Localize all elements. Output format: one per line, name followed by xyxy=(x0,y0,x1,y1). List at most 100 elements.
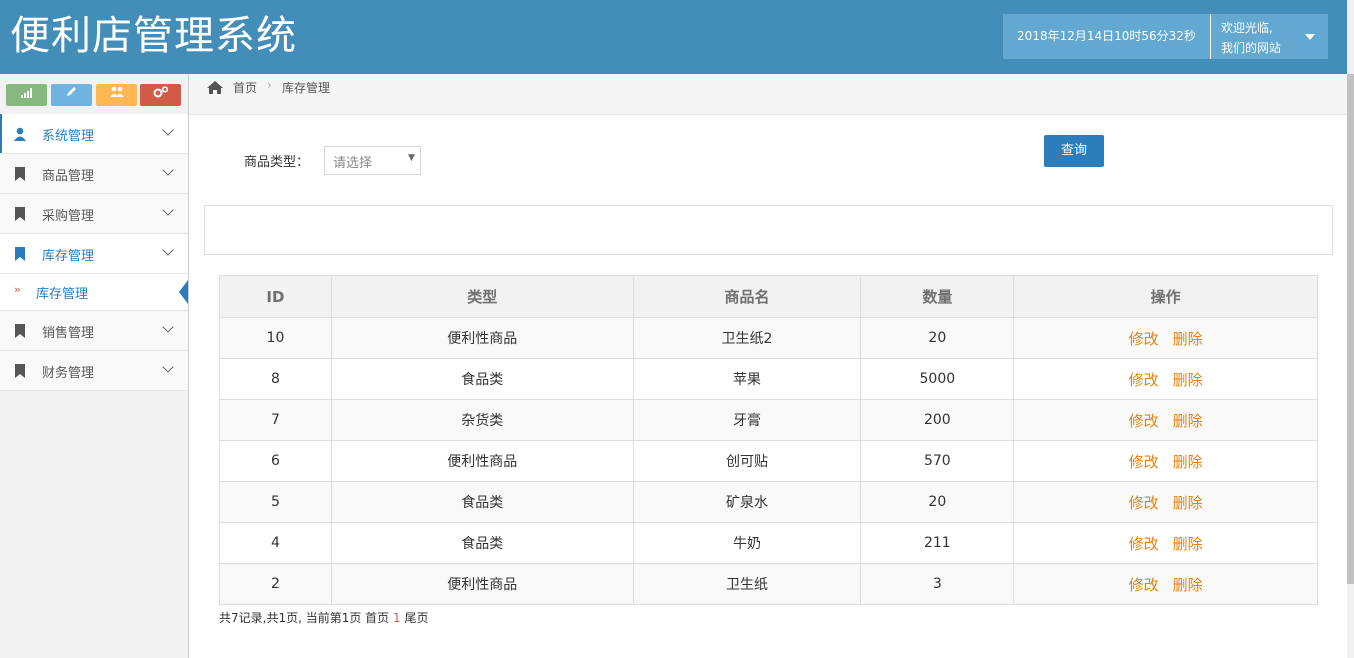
cell-id: 4 xyxy=(219,522,332,564)
cell-type: 食品类 xyxy=(330,522,634,564)
delete-link[interactable]: 删除 xyxy=(1166,494,1210,512)
cell-id: 7 xyxy=(219,399,332,441)
cell-qty: 20 xyxy=(860,317,1015,359)
chevron-down-icon xyxy=(162,204,174,216)
cell-type: 便利性商品 xyxy=(330,563,634,605)
cell-qty: 211 xyxy=(860,522,1015,564)
delete-link[interactable]: 删除 xyxy=(1166,576,1210,594)
cell-type: 食品类 xyxy=(330,358,634,400)
caret-down-icon: ▼ xyxy=(408,153,415,163)
caret-down-icon[interactable] xyxy=(1305,34,1315,40)
delete-link[interactable]: 删除 xyxy=(1166,412,1210,430)
chevron-down-icon xyxy=(162,321,174,333)
sidebar-item-label: 商品管理 xyxy=(42,169,95,184)
column-header: 数量 xyxy=(860,275,1015,318)
sidebar-subitem-label: 库存管理 xyxy=(36,287,89,302)
chevron-down-icon xyxy=(162,124,174,136)
sidebar-subitem-inventory[interactable]: » 库存管理 xyxy=(0,274,188,311)
delete-link[interactable]: 删除 xyxy=(1166,371,1210,389)
table-row: 8 食品类 苹果 5000 修改 删除 xyxy=(219,358,1318,400)
cell-actions: 修改 删除 xyxy=(1013,440,1318,482)
sidebar: 系统管理 商品管理 采购管理 库存管理 » 库存管理 销售管理 财务管理 xyxy=(0,74,189,658)
table-row: 2 便利性商品 卫生纸 3 修改 删除 xyxy=(219,563,1318,605)
cell-type: 杂货类 xyxy=(330,399,634,441)
cell-name: 苹果 xyxy=(632,358,862,400)
cell-type: 便利性商品 xyxy=(330,317,634,359)
sidebar-item-system[interactable]: 系统管理 xyxy=(0,114,188,154)
chevron-down-icon xyxy=(162,164,174,176)
inventory-table: ID 类型 商品名 数量 操作 10 便利性商品 卫生纸2 20 修改 删除 8 食品类 苹果 5… xyxy=(219,275,1318,605)
users-shortcut-button[interactable] xyxy=(96,84,137,106)
user-icon xyxy=(14,127,26,141)
cell-name: 矿泉水 xyxy=(632,481,862,523)
bookmark-icon xyxy=(15,167,25,181)
sidebar-item-finance[interactable]: 财务管理 xyxy=(0,351,188,391)
cell-actions: 修改 删除 xyxy=(1013,358,1318,400)
product-type-select[interactable]: 请选择 ▼ xyxy=(324,146,421,175)
sidebar-item-label: 采购管理 xyxy=(42,209,95,224)
edit-link[interactable]: 修改 xyxy=(1122,453,1166,471)
table-row: 5 食品类 矿泉水 20 修改 删除 xyxy=(219,481,1318,523)
cell-qty: 5000 xyxy=(860,358,1015,400)
cell-actions: 修改 删除 xyxy=(1013,522,1318,564)
delete-link[interactable]: 删除 xyxy=(1166,535,1210,553)
cell-qty: 3 xyxy=(860,563,1015,605)
cogs-shortcut-button[interactable] xyxy=(140,84,181,106)
cell-name: 牛奶 xyxy=(632,522,862,564)
cell-id: 5 xyxy=(219,481,332,523)
page-scrollbar[interactable] xyxy=(1347,0,1354,658)
pagination-summary: 共7记录,共1页, 当前第1页 首页 xyxy=(219,611,390,625)
product-type-label: 商品类型： xyxy=(244,155,310,170)
delete-link[interactable]: 删除 xyxy=(1166,453,1210,471)
sidebar-item-purchasing[interactable]: 采购管理 xyxy=(0,194,188,234)
bookmark-icon xyxy=(15,364,25,378)
cell-qty: 570 xyxy=(860,440,1015,482)
cell-type: 便利性商品 xyxy=(330,440,634,482)
sidebar-item-products[interactable]: 商品管理 xyxy=(0,154,188,194)
table-row: 10 便利性商品 卫生纸2 20 修改 删除 xyxy=(219,317,1318,359)
edit-link[interactable]: 修改 xyxy=(1122,576,1166,594)
welcome-line2: 我们的网站 xyxy=(1221,41,1282,55)
delete-link[interactable]: 删除 xyxy=(1166,330,1210,348)
table-row: 7 杂货类 牙膏 200 修改 删除 xyxy=(219,399,1318,441)
pencil-icon xyxy=(66,87,76,96)
sidebar-item-label: 系统管理 xyxy=(42,129,95,144)
cell-name: 牙膏 xyxy=(632,399,862,441)
sidebar-item-sales[interactable]: 销售管理 xyxy=(0,311,188,351)
empty-panel xyxy=(204,205,1333,255)
cell-id: 2 xyxy=(219,563,332,605)
pagination: 共7记录,共1页, 当前第1页 首页 1 尾页 xyxy=(219,609,428,626)
sidebar-nav: 系统管理 商品管理 采购管理 库存管理 » 库存管理 销售管理 财务管理 xyxy=(0,114,188,391)
column-header: 类型 xyxy=(330,275,634,318)
chevron-down-icon xyxy=(162,361,174,373)
active-pointer xyxy=(179,280,188,304)
query-button[interactable]: 查询 xyxy=(1044,135,1104,167)
pagination-last-link[interactable]: 尾页 xyxy=(404,611,428,625)
cell-name: 卫生纸2 xyxy=(632,317,862,359)
table-body: 10 便利性商品 卫生纸2 20 修改 删除 8 食品类 苹果 5000 修改 删除 7 杂货类 牙膏 200… xyxy=(219,317,1318,605)
pagination-current-page[interactable]: 1 xyxy=(393,611,401,625)
edit-link[interactable]: 修改 xyxy=(1122,371,1166,389)
edit-link[interactable]: 修改 xyxy=(1122,535,1166,553)
signal-shortcut-button[interactable] xyxy=(6,84,47,106)
breadcrumb-home[interactable]: 首页 xyxy=(233,79,257,96)
user-menu[interactable]: 欢迎光临, 我们的网站 xyxy=(1210,14,1328,59)
home-icon xyxy=(207,81,223,94)
sidebar-item-label: 财务管理 xyxy=(42,366,95,381)
edit-link[interactable]: 修改 xyxy=(1122,330,1166,348)
sidebar-item-inventory[interactable]: 库存管理 xyxy=(0,234,188,274)
cogs-icon xyxy=(153,86,168,98)
pencil-shortcut-button[interactable] xyxy=(51,84,92,106)
edit-link[interactable]: 修改 xyxy=(1122,494,1166,512)
signal-icon xyxy=(20,88,32,98)
sidebar-shortcuts xyxy=(0,74,188,114)
active-indicator xyxy=(0,114,2,153)
cell-id: 6 xyxy=(219,440,332,482)
cell-name: 卫生纸 xyxy=(632,563,862,605)
scrollbar-thumb[interactable] xyxy=(1347,74,1354,584)
cell-qty: 20 xyxy=(860,481,1015,523)
breadcrumb: 首页 › 库存管理 xyxy=(189,74,1347,115)
bookmark-icon xyxy=(15,247,25,261)
edit-link[interactable]: 修改 xyxy=(1122,412,1166,430)
cell-id: 10 xyxy=(219,317,332,359)
